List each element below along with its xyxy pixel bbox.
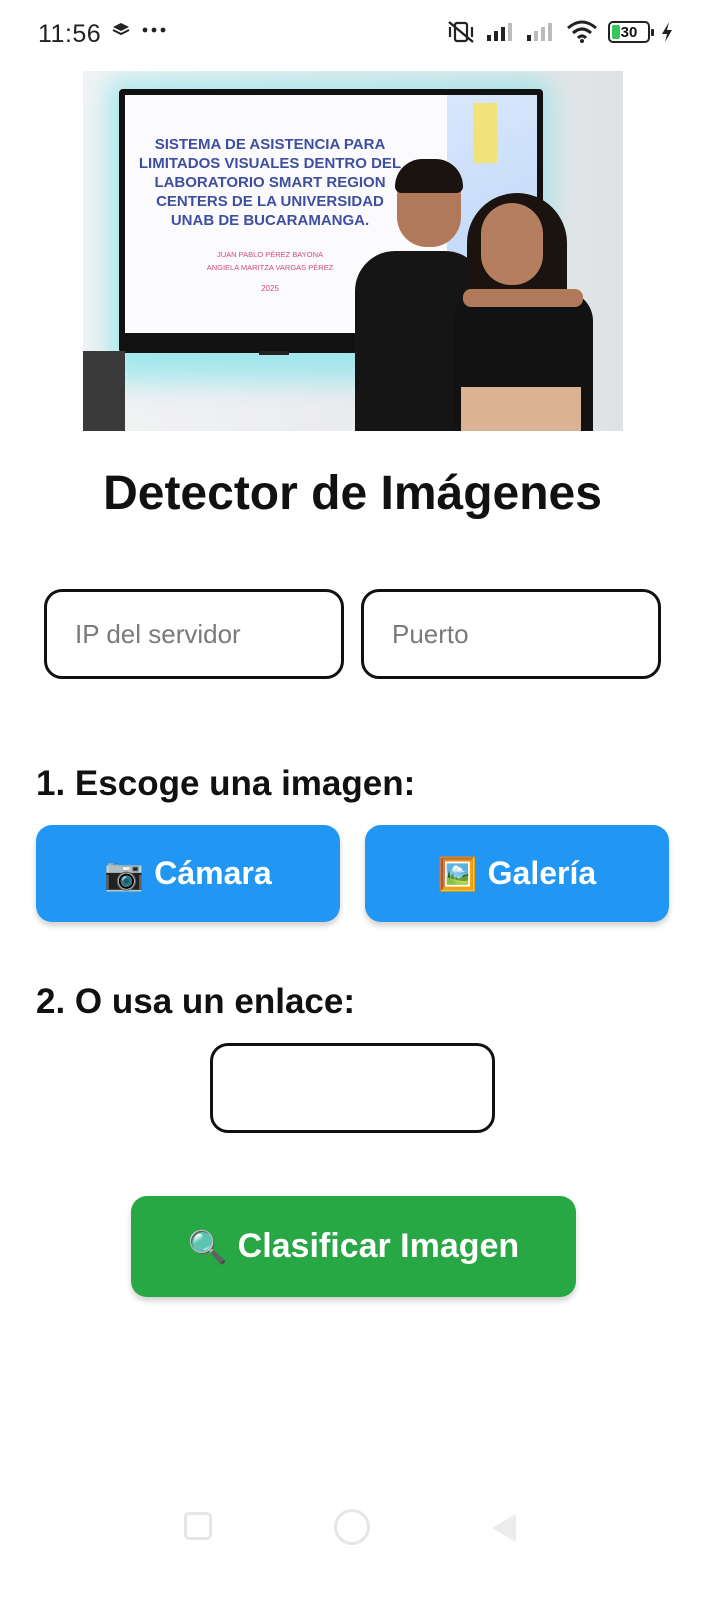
slide-title: SISTEMA DE ASISTENCIA PARA LIMITADOS VIS… [138,136,402,229]
layers-icon [112,23,130,36]
search-icon: 🔍 [187,1227,228,1266]
recents-nav-icon[interactable] [184,1512,212,1540]
status-bar: 11:56 30 [0,0,720,72]
vibrate-off-icon [448,21,474,43]
home-nav-icon[interactable] [334,1509,370,1545]
charging-icon [662,22,672,42]
wifi-icon [567,20,597,43]
server-port-input[interactable] [361,589,661,679]
choose-image-label: 1. Escoge una imagen: [36,764,416,803]
gallery-icon: 🖼️ [437,854,478,893]
status-time: 11:56 [38,20,102,48]
camera-button[interactable]: 📷 Cámara [36,825,340,922]
hero-image: SISTEMA DE ASISTENCIA PARA LIMITADOS VIS… [83,71,623,431]
signal-icon [487,23,512,41]
gallery-button-label: Galería [487,855,597,891]
gallery-button[interactable]: 🖼️ Galería [365,825,669,922]
tv-stand [259,351,289,355]
slide-author: JUAN PABLO PÉREZ BAYONA [217,250,323,259]
person-2-skirt [461,387,581,431]
image-url-input[interactable] [210,1043,495,1133]
status-left-icons [112,22,166,38]
person-2-shoulders [463,289,583,307]
classify-button-label: Clasificar Imagen [237,1227,520,1265]
person-2-head [481,203,543,285]
camera-icon: 📷 [104,854,145,893]
use-link-label: 2. O usa un enlace: [36,982,355,1021]
shelf [83,351,125,431]
slide-accent [473,103,497,163]
camera-button-label: Cámara [154,855,272,891]
server-ip-input[interactable] [44,589,344,679]
back-nav-icon[interactable] [492,1514,516,1542]
battery-icon: 30 [608,21,654,43]
battery-level: 30 [620,23,638,41]
page-title: Detector de Imágenes [103,467,602,520]
more-dots-icon [142,27,166,33]
status-right-icons: 30 [446,20,674,44]
signal-icon [527,23,552,41]
classify-image-button[interactable]: 🔍 Clasificar Imagen [131,1196,576,1297]
